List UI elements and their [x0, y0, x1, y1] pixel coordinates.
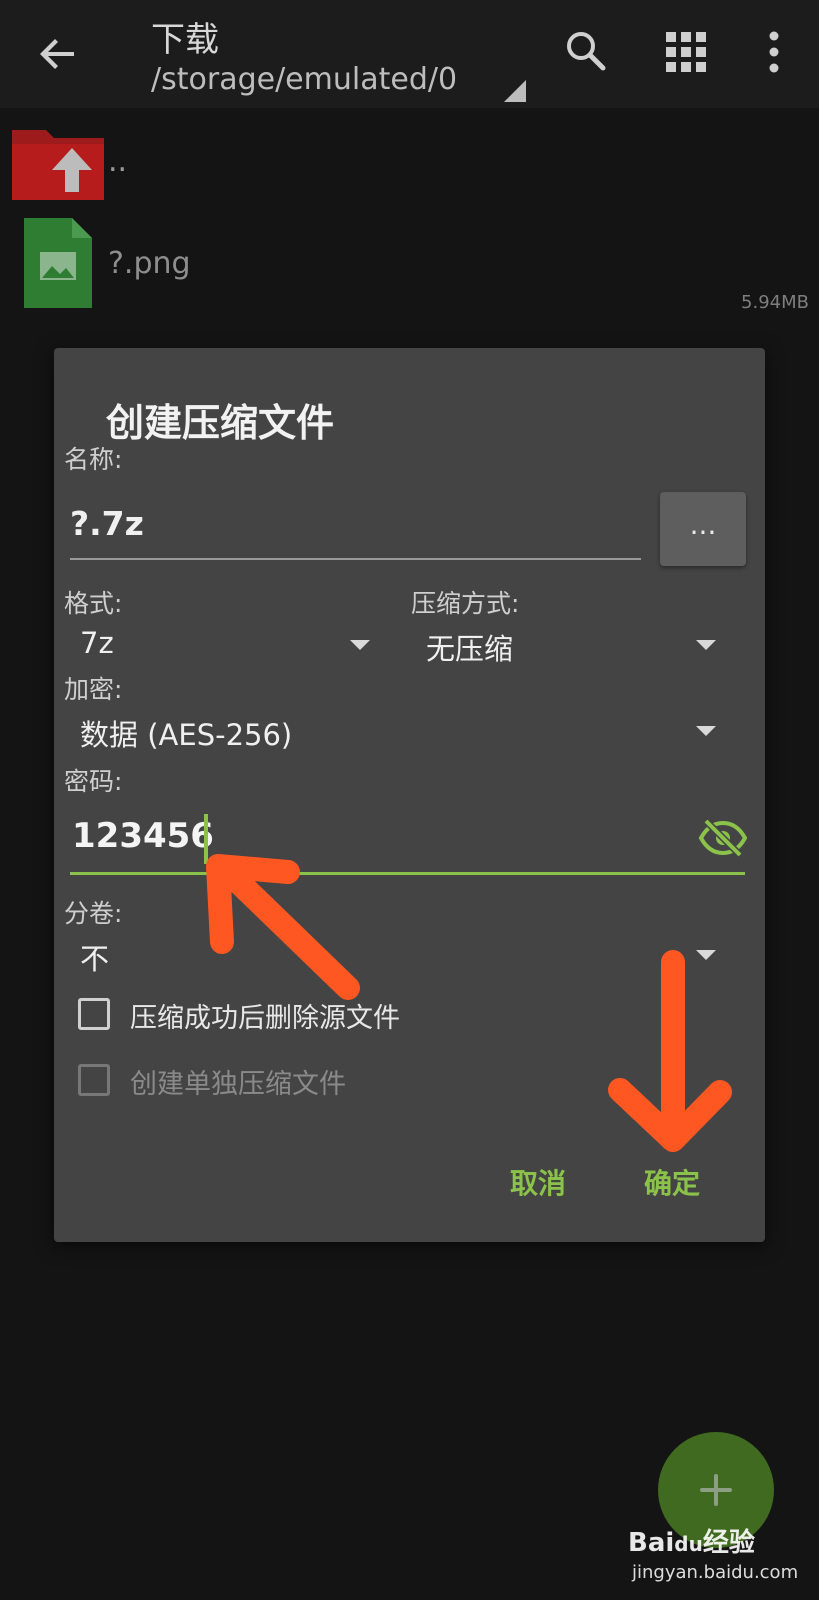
ok-button[interactable]: 确定: [644, 1162, 700, 1202]
format-dropdown-icon[interactable]: [350, 640, 370, 650]
separate-archive-checkbox[interactable]: [78, 1064, 110, 1096]
password-input[interactable]: 123456: [72, 816, 214, 856]
split-select[interactable]: 不: [80, 936, 109, 978]
search-icon[interactable]: [563, 28, 607, 72]
page-title: 下载: [151, 20, 219, 60]
eye-off-icon[interactable]: [698, 818, 748, 858]
format-label: 格式:: [64, 589, 123, 618]
dialog-title: 创建压缩文件: [106, 401, 335, 445]
name-input-underline: [70, 558, 641, 560]
arrow-left-icon[interactable]: [34, 30, 82, 78]
watermark-url: jingyan.baidu.com: [632, 1562, 799, 1583]
path-dropdown-icon[interactable]: [504, 80, 526, 102]
compression-method-label: 压缩方式:: [411, 589, 520, 618]
top-app-bar: 下载 /storage/emulated/0: [0, 0, 819, 108]
watermark-logo: Baidu经验: [628, 1528, 755, 1558]
name-label: 名称:: [64, 445, 123, 474]
archive-name-input[interactable]: ?.7z: [70, 504, 144, 543]
compression-method-select[interactable]: 无压缩: [426, 626, 513, 668]
split-dropdown-icon[interactable]: [696, 950, 716, 960]
image-file-icon[interactable]: [24, 218, 92, 308]
separate-archive-label[interactable]: 创建单独压缩文件: [130, 1062, 346, 1101]
encryption-label: 加密:: [64, 675, 123, 704]
file-name[interactable]: ?.png: [108, 246, 191, 281]
method-dropdown-icon[interactable]: [696, 640, 716, 650]
more-vert-icon[interactable]: [756, 30, 792, 74]
delete-source-checkbox[interactable]: [78, 998, 110, 1030]
folder-up-icon[interactable]: [12, 124, 104, 200]
cancel-button[interactable]: 取消: [510, 1162, 566, 1202]
create-archive-dialog: 创建压缩文件 名称: ?.7z ... 格式: 7z 压缩方式: 无压缩 加密:…: [54, 348, 765, 1242]
text-cursor: [204, 814, 208, 864]
password-label: 密码:: [64, 767, 123, 796]
encryption-dropdown-icon[interactable]: [696, 726, 716, 736]
encryption-select[interactable]: 数据 (AES-256): [80, 712, 292, 754]
file-size: 5.94MB: [741, 292, 809, 313]
delete-source-label[interactable]: 压缩成功后删除源文件: [130, 996, 400, 1035]
format-select[interactable]: 7z: [80, 626, 114, 660]
browse-button[interactable]: ...: [660, 492, 746, 566]
grid-icon[interactable]: [666, 32, 706, 72]
parent-folder-label[interactable]: ..: [108, 144, 127, 179]
current-path[interactable]: /storage/emulated/0: [151, 62, 457, 97]
split-label: 分卷:: [64, 899, 123, 928]
password-input-underline: [70, 872, 745, 875]
